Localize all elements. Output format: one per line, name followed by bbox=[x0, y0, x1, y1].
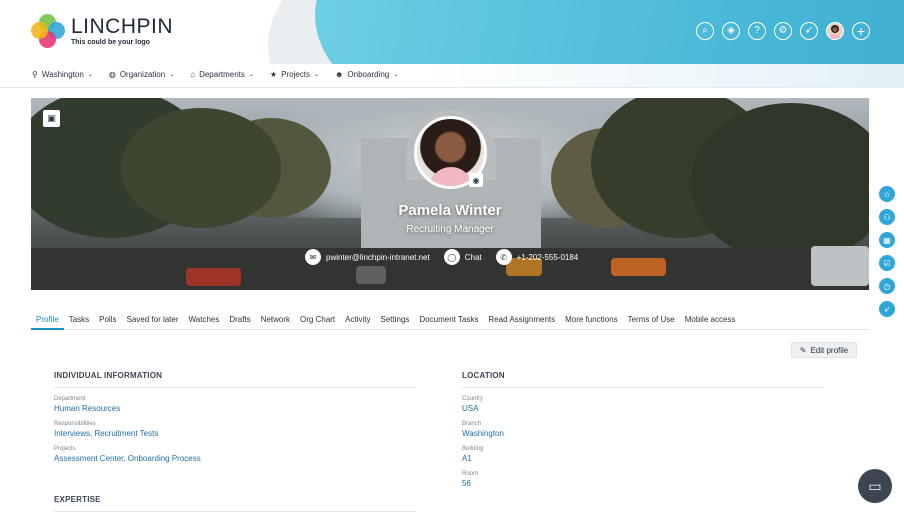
rocket-icon[interactable]: ➶ bbox=[800, 22, 818, 40]
star-icon: ★ bbox=[269, 70, 278, 79]
team-icon[interactable]: ⚇ bbox=[879, 209, 895, 225]
edit-profile-label: Edit profile bbox=[810, 345, 849, 355]
chat-bubble-icon: ◯ bbox=[443, 249, 460, 265]
tab-activity[interactable]: Activity bbox=[340, 310, 375, 330]
profile-cover-image: ▣ ◉ Pamela Winter Recruiting Manager ✉ p… bbox=[31, 98, 869, 290]
people-icon: ☻ bbox=[335, 70, 344, 79]
nav-label: Projects bbox=[281, 70, 310, 79]
phone-text: +1-202-555-0184 bbox=[516, 252, 579, 262]
chevron-down-icon: ⌄ bbox=[169, 72, 175, 78]
pencil-icon: ✎ bbox=[799, 345, 807, 355]
individual-information-section: INDIVIDUAL INFORMATION Department Human … bbox=[54, 371, 416, 463]
nav-label: Onboarding bbox=[347, 70, 390, 79]
edit-profile-button[interactable]: ✎ Edit profile bbox=[791, 342, 857, 358]
tab-more-functions[interactable]: More functions bbox=[560, 310, 622, 330]
department-link[interactable]: Human Resources bbox=[54, 404, 416, 413]
field-department: Department Human Resources bbox=[54, 396, 416, 413]
tab-network[interactable]: Network bbox=[256, 310, 295, 330]
tab-polls[interactable]: Polls bbox=[94, 310, 121, 330]
profile-tabs: Profile Tasks Polls Saved for later Watc… bbox=[31, 310, 869, 330]
building-link[interactable]: A1 bbox=[462, 454, 824, 463]
history-icon[interactable]: ◷ bbox=[879, 278, 895, 294]
favorites-icon[interactable]: ☆ bbox=[879, 186, 895, 202]
tab-document-tasks[interactable]: Document Tasks bbox=[414, 310, 483, 330]
help-icon[interactable]: ? bbox=[748, 22, 766, 40]
nav-item-onboarding[interactable]: ☻ Onboarding ⌄ bbox=[335, 70, 398, 79]
tab-read-assignments[interactable]: Read Assignments bbox=[483, 310, 560, 330]
launch-icon[interactable]: ➶ bbox=[879, 301, 895, 317]
chat-link[interactable]: ◯ Chat bbox=[443, 249, 482, 265]
image-icon: ▣ bbox=[47, 113, 56, 123]
brand-tagline: This could be your logo bbox=[71, 39, 150, 46]
tab-tasks[interactable]: Tasks bbox=[64, 310, 94, 330]
tab-terms-of-use[interactable]: Terms of Use bbox=[623, 310, 680, 330]
expertise-section: EXPERTISE bbox=[54, 495, 416, 512]
brand-logo[interactable]: LINCHPIN This could be your logo bbox=[31, 14, 173, 48]
phone-icon: ✆ bbox=[495, 249, 512, 265]
section-title: LOCATION bbox=[462, 371, 824, 388]
brand-name: LINCHPIN bbox=[71, 15, 174, 38]
main-navigation: ⚲ Washington ⌄ ◍ Organization ⌄ ⌂ Depart… bbox=[0, 64, 904, 88]
logo-mark-icon bbox=[31, 14, 65, 48]
globe-icon: ◍ bbox=[108, 70, 116, 79]
field-branch: Branch Washington bbox=[462, 421, 824, 438]
tab-profile[interactable]: Profile bbox=[31, 310, 64, 330]
projects-link[interactable]: Assessment Center, Onboarding Process bbox=[54, 454, 416, 463]
email-link[interactable]: ✉ pwinter@linchpin-intranet.net bbox=[305, 249, 430, 265]
add-icon[interactable]: + bbox=[852, 22, 870, 40]
tab-settings[interactable]: Settings bbox=[376, 310, 415, 330]
user-avatar-icon[interactable] bbox=[826, 22, 844, 40]
chat-bubble-icon: ▭ bbox=[868, 477, 882, 494]
tasks-icon[interactable]: ☑ bbox=[879, 255, 895, 271]
search-icon[interactable]: ⌕ bbox=[696, 22, 714, 40]
field-country: Country USA bbox=[462, 396, 824, 413]
field-room: Room 56 bbox=[462, 471, 824, 488]
responsibilities-link[interactable]: Interviews, Recruitment Tests bbox=[54, 429, 416, 438]
section-title: EXPERTISE bbox=[54, 495, 416, 512]
chat-widget-button[interactable]: ▭ bbox=[858, 469, 892, 503]
nav-item-projects[interactable]: ★ Projects ⌄ bbox=[270, 70, 319, 79]
settings-icon[interactable]: ⚙ bbox=[774, 22, 792, 40]
change-photo-camera-icon[interactable]: ◉ bbox=[469, 173, 483, 187]
profile-role: Recruiting Manager bbox=[406, 224, 494, 235]
home-icon: ⌂ bbox=[190, 70, 196, 79]
nav-label: Organization bbox=[119, 70, 166, 79]
mail-icon: ✉ bbox=[305, 249, 321, 265]
tab-mobile-access[interactable]: Mobile access bbox=[680, 310, 741, 330]
tab-watches[interactable]: Watches bbox=[184, 310, 225, 330]
nav-item-departments[interactable]: ⌂ Departments ⌄ bbox=[190, 70, 254, 79]
apps-icon[interactable]: ▦ bbox=[879, 232, 895, 248]
chevron-down-icon: ⌄ bbox=[313, 72, 319, 78]
room-link[interactable]: 56 bbox=[462, 479, 824, 488]
nav-label: Departments bbox=[199, 70, 245, 79]
chevron-down-icon: ⌄ bbox=[393, 72, 399, 78]
top-header: LINCHPIN This could be your logo ⌕ ◈ ? ⚙… bbox=[0, 0, 904, 64]
field-projects: Projects Assessment Center, Onboarding P… bbox=[54, 446, 416, 463]
chevron-down-icon: ⌄ bbox=[248, 72, 254, 78]
profile-name: Pamela Winter bbox=[398, 202, 502, 219]
location-section: LOCATION Country USA Branch Washington B… bbox=[462, 371, 824, 488]
field-responsibilities: Responsibilities Interviews, Recruitment… bbox=[54, 421, 416, 438]
compass-icon[interactable]: ◈ bbox=[722, 22, 740, 40]
location-pin-icon: ⚲ bbox=[32, 70, 38, 79]
nav-label: Washington bbox=[41, 70, 84, 79]
country-link[interactable]: USA bbox=[462, 404, 824, 413]
nav-item-washington[interactable]: ⚲ Washington ⌄ bbox=[32, 70, 93, 79]
phone-link[interactable]: ✆ +1-202-555-0184 bbox=[495, 249, 579, 265]
tab-saved-for-later[interactable]: Saved for later bbox=[121, 310, 183, 330]
quick-access-rail: ☆ ⚇ ▦ ☑ ◷ ➶ bbox=[879, 186, 895, 317]
tab-drafts[interactable]: Drafts bbox=[224, 310, 255, 330]
section-title: INDIVIDUAL INFORMATION bbox=[54, 371, 416, 388]
header-actions: ⌕ ◈ ? ⚙ ➶ + bbox=[696, 22, 870, 40]
email-text: pwinter@linchpin-intranet.net bbox=[326, 252, 430, 262]
branch-link[interactable]: Washington bbox=[462, 429, 824, 438]
tab-org-chart[interactable]: Org Chart bbox=[295, 310, 340, 330]
change-cover-image-button[interactable]: ▣ bbox=[43, 110, 60, 127]
contact-actions: ✉ pwinter@linchpin-intranet.net ◯ Chat ✆… bbox=[305, 249, 578, 265]
chevron-down-icon: ⌄ bbox=[87, 72, 93, 78]
chat-text: Chat bbox=[464, 252, 482, 262]
field-building: Building A1 bbox=[462, 446, 824, 463]
nav-item-organization[interactable]: ◍ Organization ⌄ bbox=[109, 70, 174, 79]
